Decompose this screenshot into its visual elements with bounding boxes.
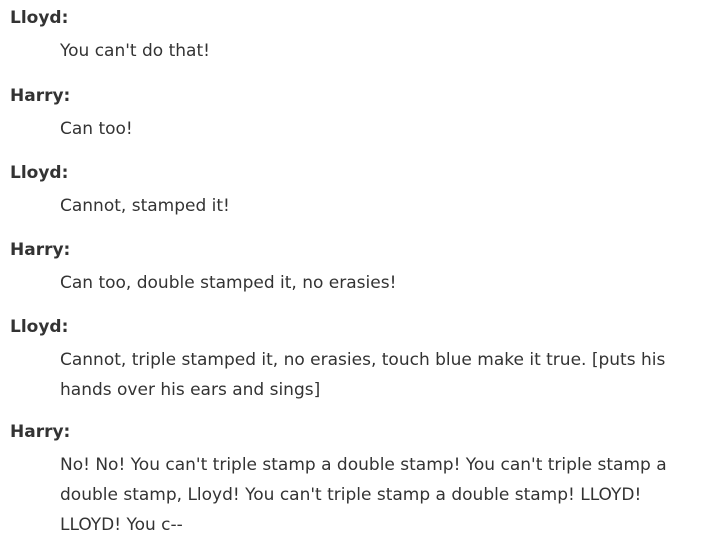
dialogue-line: Can too! xyxy=(60,119,133,139)
dialogue-entry: Lloyd: You can't do that! xyxy=(10,6,707,66)
dialogue-line: Cannot, triple stamped it, no erasies, t… xyxy=(60,350,666,400)
dialogue-transcript: Lloyd: You can't do that! Harry: Can too… xyxy=(0,0,707,540)
speaker-name: Lloyd: xyxy=(10,317,69,337)
dialogue-entry: Lloyd: Cannot, triple stamped it, no era… xyxy=(10,315,707,405)
dialogue-line: Can too, double stamped it, no erasies! xyxy=(60,273,397,293)
speaker-name: Lloyd: xyxy=(10,163,69,183)
dialogue-entry: Harry: Can too! xyxy=(10,84,707,144)
dialogue-entry: Lloyd: Cannot, stamped it! xyxy=(10,161,707,221)
dialogue-line: No! No! You can't triple stamp a double … xyxy=(60,455,667,535)
speaker-name: Harry: xyxy=(10,422,71,442)
dialogue-entry: Harry: No! No! You can't triple stamp a … xyxy=(10,420,707,540)
speaker-name: Lloyd: xyxy=(10,8,69,28)
dialogue-line: You can't do that! xyxy=(60,41,210,61)
dialogue-line: Cannot, stamped it! xyxy=(60,196,230,216)
speaker-name: Harry: xyxy=(10,86,71,106)
speaker-name: Harry: xyxy=(10,240,71,260)
dialogue-entry: Harry: Can too, double stamped it, no er… xyxy=(10,238,707,298)
